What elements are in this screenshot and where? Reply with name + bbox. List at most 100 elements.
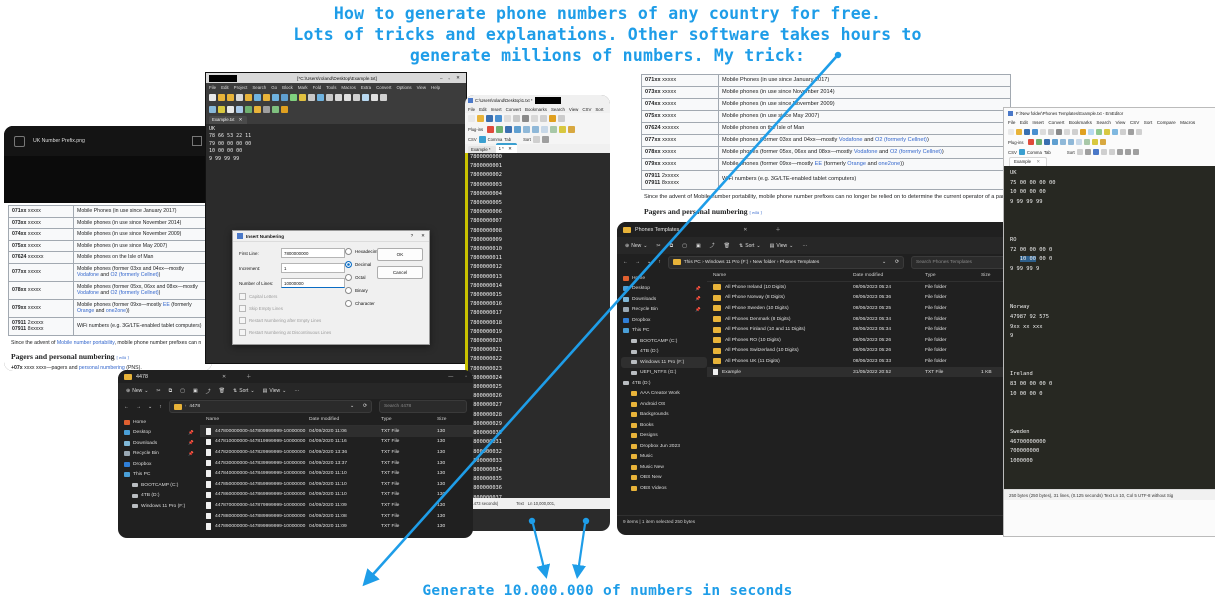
chevron-down-icon[interactable]: ⌄ [882, 260, 886, 265]
sidebar-item-bootcamp-c[interactable]: BOOTCAMP (C:) [122, 480, 200, 491]
menu-item-insert[interactable]: Insert [1032, 120, 1044, 125]
menu-item-edit[interactable]: Edit [221, 85, 229, 90]
dialog-radio[interactable]: Hexadecimal [345, 248, 381, 255]
search-box[interactable]: Search Phones Templates [911, 256, 1011, 269]
menu-item-extra[interactable]: Extra [361, 85, 371, 90]
npp2-tab-1[interactable]: 1 * ✕ [496, 143, 517, 153]
field-input-1[interactable]: 1 [281, 263, 345, 273]
sidebar-item-dropbox[interactable]: Dropbox [122, 459, 200, 470]
menu-item-bookmarks[interactable]: Bookmarks [525, 107, 547, 112]
new-button[interactable]: ⊕ New ⌄ [126, 388, 148, 394]
dialog-radio-group[interactable]: HexadecimalDecimalOctalBinaryCharacter [345, 248, 381, 313]
share-button[interactable]: ⤴ [710, 242, 715, 249]
sidebar-item-dropbox[interactable]: Dropbox [621, 315, 707, 326]
one2one-link[interactable]: one2one [878, 161, 900, 167]
dialog-radio[interactable]: Character [345, 300, 381, 307]
menu-item-search[interactable]: Search [252, 85, 266, 90]
menu-item-insert[interactable]: Insert [491, 107, 502, 112]
personal-numbering-link[interactable]: personal numbering [79, 365, 125, 371]
breadcrumb-4478[interactable]: › 4478 ⌄ ⟳ [169, 400, 372, 413]
tab-label[interactable]: Tab [1044, 150, 1051, 155]
dialog-close-icon[interactable]: ✕ [421, 233, 425, 239]
share-button[interactable]: ⤴ [206, 388, 211, 395]
pagers-edit-link-right[interactable]: [ edit ] [750, 210, 762, 215]
npp-editor-area[interactable]: UK78 66 53 22 1179 00 00 00 00 10 00 00 … [206, 124, 466, 165]
menu-item-csv[interactable]: CSV [1130, 120, 1139, 125]
menu-item-bookmarks[interactable]: Bookmarks [1069, 120, 1092, 125]
npp2-csv-bar[interactable]: CSV Comma Tab Sort [465, 134, 610, 144]
sidebar-item-bootcamp-c[interactable]: BOOTCAMP (C:) [621, 336, 707, 347]
dialog-checkbox[interactable]: Restart Numbering at Discontinuous Lines [239, 329, 423, 336]
pin-icon[interactable]: 📌 [188, 451, 194, 457]
generated-numbers-list[interactable]: 7800000000780000000178000000027800000003… [465, 153, 610, 498]
menu-item-mark[interactable]: Mark [298, 85, 308, 90]
menu-item-file[interactable]: File [468, 107, 475, 112]
cancel-button[interactable]: Cancel [377, 266, 423, 279]
up-icon[interactable]: ↑ [159, 404, 162, 410]
forward-icon[interactable]: → [635, 259, 640, 265]
orange-link[interactable]: Orange [77, 308, 94, 314]
emeditor-tabbar[interactable]: Example ✕ [1004, 157, 1215, 166]
rename-button[interactable]: ▣ [696, 243, 701, 249]
copy-button[interactable]: ⧉ [169, 388, 173, 394]
sidebar-item-uefi-ntfs-g[interactable]: UEFI_NTFS (G:) [621, 368, 707, 379]
vodafone-link[interactable]: Vodafone [839, 137, 863, 143]
dialog-checkbox[interactable]: Restart Numbering after Empty Lines [239, 317, 423, 324]
menu-item-edit[interactable]: Edit [479, 107, 487, 112]
breadcrumb[interactable]: This PC › Windows 11 Pro (F:) › New fold… [668, 256, 904, 269]
more-button[interactable]: ··· [802, 243, 807, 249]
sidebar-item-obs-new[interactable]: OBS New [621, 473, 707, 484]
menu-item-convert[interactable]: Convert [1048, 120, 1064, 125]
menu-item-view[interactable]: View [1115, 120, 1125, 125]
menu-item-fold[interactable]: Fold [313, 85, 322, 90]
more-button[interactable]: ··· [294, 388, 299, 394]
sort-button[interactable]: ⇅ Sort ⌄ [739, 243, 761, 249]
tab-label[interactable]: Tab [504, 137, 511, 142]
ee-link[interactable]: EE [163, 302, 170, 308]
column-name[interactable]: Name [707, 273, 853, 278]
paste-button[interactable]: ▢ [682, 243, 687, 249]
table-row[interactable]: 447870000000-447879999999-1000000004/09/… [200, 500, 473, 511]
npp-toolbar-2[interactable] [206, 104, 466, 115]
cut-button[interactable]: ✂ [156, 388, 160, 394]
portability-link[interactable]: Mobile number portability [57, 340, 115, 346]
ee-link[interactable]: EE [815, 161, 822, 167]
table-row[interactable]: 447810000000-447819999999-1000000004/09/… [200, 437, 473, 448]
npp-tab-example[interactable]: Example.txt ✕ [209, 116, 247, 124]
up-icon[interactable]: ↑ [658, 259, 661, 265]
sidebar-item-desktop[interactable]: Desktop📌 [122, 428, 200, 439]
tab-close-icon[interactable]: ✕ [743, 227, 747, 233]
table-row[interactable]: 447850000000-447859999999-1000000004/09/… [200, 479, 473, 490]
npp2-tabbar[interactable]: Example * 1 * ✕ [465, 144, 610, 153]
menu-item-csv[interactable]: CSV [582, 107, 591, 112]
rename-button[interactable]: ▣ [193, 388, 198, 394]
table-row[interactable]: 447820000000-447829999999-1000000004/09/… [200, 447, 473, 458]
pin-icon[interactable]: 📌 [695, 307, 701, 313]
sidebar-item-4tb-d[interactable]: 4TB (D:) [122, 491, 200, 502]
sidebar-item-designs[interactable]: Designs [621, 431, 707, 442]
new-tab-icon[interactable]: ＋ [775, 226, 780, 233]
emeditor-menubar[interactable]: FileEditInsertConvertBookmarksSearchView… [1004, 118, 1215, 127]
delete-button[interactable]: 🗑 [219, 388, 225, 394]
menu-item-block[interactable]: Block [282, 85, 293, 90]
sidebar-item-downloads[interactable]: Downloads📌 [122, 438, 200, 449]
maximize-button[interactable]: ▫ [465, 374, 467, 380]
copy-button[interactable]: ⧉ [670, 243, 674, 249]
sidebar-item-aaa-creator-work[interactable]: AAA Creator Work [621, 389, 707, 400]
minimize-button[interactable]: – [437, 76, 446, 81]
menu-item-tools[interactable]: Tools [326, 85, 336, 90]
chevron-down-icon[interactable]: ⌄ [350, 404, 354, 409]
pagers-edit-link[interactable]: [ edit ] [117, 355, 129, 360]
dialog-radio[interactable]: Octal [345, 274, 381, 281]
pin-icon[interactable]: 📌 [695, 296, 701, 302]
menu-item-edit[interactable]: Edit [1020, 120, 1028, 125]
o2-link[interactable]: O2 (formerly Cellnet) [875, 137, 927, 143]
minimize-button[interactable]: — [448, 374, 453, 380]
back-icon[interactable]: ← [124, 404, 129, 410]
dialog-checkbox[interactable]: Capital Letters [239, 293, 423, 300]
menu-item-search[interactable]: Search [1096, 120, 1111, 125]
vodafone-link[interactable]: Vodafone [77, 290, 99, 296]
sidebar-item-books[interactable]: Books [621, 420, 707, 431]
sidebar-item-music[interactable]: Music [621, 452, 707, 463]
o2-link[interactable]: O2 (formerly Cellnet) [890, 149, 942, 155]
